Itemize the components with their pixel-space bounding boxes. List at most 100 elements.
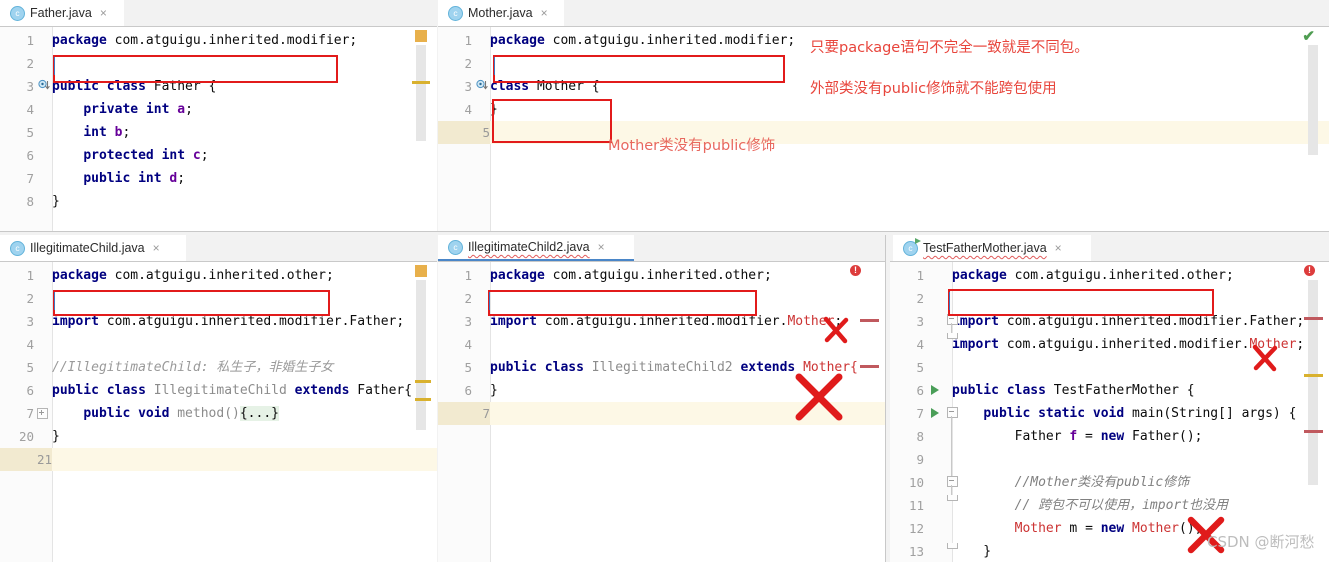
line-number: 2 xyxy=(916,291,924,306)
editor-mother[interactable]: 1 2 3 4 5 package com.atguigu.inherited.… xyxy=(438,27,1329,232)
close-icon[interactable]: × xyxy=(598,240,605,254)
scrollbar-thumb-testfathermother[interactable] xyxy=(1308,280,1318,485)
warning-stripe-marker[interactable] xyxy=(1304,374,1323,377)
tab-label: Mother.java xyxy=(468,6,533,20)
line-number: 2 xyxy=(26,291,34,306)
code-line xyxy=(490,402,885,425)
line-number: 12 xyxy=(908,521,924,536)
code-area-illegitimatechild2[interactable]: package com.atguigu.inherited.other; imp… xyxy=(490,262,885,562)
line-number: 2 xyxy=(464,291,472,306)
close-icon[interactable]: × xyxy=(153,241,160,255)
error-stripe-marker[interactable] xyxy=(860,365,879,368)
scrollbar-thumb-illegitimatechild[interactable] xyxy=(416,280,426,430)
fold-expand-icon[interactable] xyxy=(37,408,48,419)
editor-panel-mother: c Mother.java × 1 2 3 4 5 package com.at… xyxy=(438,0,1329,232)
code-line: Father f = new Father(); xyxy=(952,429,1203,444)
tab-label: TestFatherMother.java xyxy=(923,241,1047,255)
inspection-ok-icon[interactable]: ✔ xyxy=(1302,29,1315,44)
editor-illegitimatechild2[interactable]: 1 2 3 4 5 6 7 package com.atguigu.inheri… xyxy=(438,262,885,562)
run-class-icon[interactable] xyxy=(931,385,939,395)
override-marker-icon[interactable] xyxy=(38,79,52,96)
tab-testfathermother-java[interactable]: c TestFatherMother.java × xyxy=(893,235,1091,261)
line-number: 4 xyxy=(26,102,34,117)
code-line: } xyxy=(52,194,60,209)
error-stripe-marker[interactable] xyxy=(1304,317,1323,320)
caret-position-marker xyxy=(412,81,430,84)
warning-marker[interactable] xyxy=(415,265,427,277)
text-caret xyxy=(54,57,55,75)
warning-marker[interactable] xyxy=(415,30,427,42)
fold-end-icon xyxy=(947,543,958,549)
gutter-illegitimatechild[interactable]: 1 2 3 4 5 6 7 20 21 xyxy=(0,262,53,562)
gutter-illegitimatechild2[interactable]: 1 2 3 4 5 6 7 xyxy=(438,262,491,562)
code-area-father[interactable]: package com.atguigu.inherited.modifier; … xyxy=(52,27,437,232)
run-method-icon[interactable] xyxy=(931,408,939,418)
text-caret xyxy=(489,292,490,310)
code-area-testfathermother[interactable]: package com.atguigu.inherited.other; imp… xyxy=(952,262,1329,562)
line-number: 4 xyxy=(464,102,472,117)
editor-father[interactable]: 1 2 3 4 5 6 7 8 package com.atguigu.inhe… xyxy=(0,27,437,232)
code-line: package com.atguigu.inherited.other; xyxy=(952,268,1234,283)
gutter-father[interactable]: 1 2 3 4 5 6 7 8 xyxy=(0,27,53,232)
line-number: 7 xyxy=(916,406,924,421)
code-area-illegitimatechild[interactable]: package com.atguigu.inherited.other; imp… xyxy=(52,262,437,562)
close-icon[interactable]: × xyxy=(100,6,107,20)
code-line: public class Father { xyxy=(52,79,217,94)
tab-label: IllegitimateChild2.java xyxy=(468,240,590,254)
fold-collapse-icon[interactable] xyxy=(947,407,958,418)
code-area-mother[interactable]: package com.atguigu.inherited.modifier; … xyxy=(490,27,1329,232)
fold-collapse-icon[interactable] xyxy=(947,476,958,487)
line-number: 3 xyxy=(26,79,34,94)
error-count-icon[interactable]: ! xyxy=(850,265,861,276)
caret-position-marker xyxy=(415,380,431,383)
line-number: 5 xyxy=(26,360,34,375)
splitter-line xyxy=(0,231,1329,232)
tab-father-java[interactable]: c Father.java × xyxy=(0,0,124,26)
tab-illegitimatechild-java[interactable]: c IllegitimateChild.java × xyxy=(0,235,186,261)
code-line: // 跨包不可以使用，import也没用 xyxy=(952,498,1229,513)
code-line: public void method(){...} xyxy=(83,406,279,421)
annotation-public-note: 外部类没有public修饰就不能跨包使用 xyxy=(810,81,1057,97)
line-number: 4 xyxy=(26,337,34,352)
editor-testfathermother[interactable]: 1 2 3 4 5 6 7 8 9 10 11 12 13 14 package… xyxy=(890,262,1329,562)
error-stripe-marker[interactable] xyxy=(1304,430,1323,433)
error-count-icon[interactable]: ! xyxy=(1304,265,1315,276)
scrollbar-thumb-mother[interactable] xyxy=(1308,45,1318,155)
ide-split-editor-grid: c Father.java × 1 2 3 4 5 6 7 8 package … xyxy=(0,0,1329,562)
code-line: //Mother类没有public修饰 xyxy=(952,475,1190,490)
text-caret xyxy=(494,57,495,75)
java-class-run-icon: c xyxy=(903,237,921,256)
scrollbar-thumb-father[interactable] xyxy=(416,45,426,141)
line-number: 1 xyxy=(464,33,472,48)
code-line: package com.atguigu.inherited.other; xyxy=(52,268,334,283)
close-icon[interactable]: × xyxy=(1055,241,1062,255)
override-marker-icon[interactable] xyxy=(476,79,490,96)
line-number: 4 xyxy=(464,337,472,352)
java-class-icon: c xyxy=(10,5,25,21)
code-line: } xyxy=(490,383,498,398)
code-line: package com.atguigu.inherited.modifier; xyxy=(52,33,358,48)
close-icon[interactable]: × xyxy=(541,6,548,20)
line-number: 1 xyxy=(464,268,472,283)
tab-illegitimatechild2-java[interactable]: c IllegitimateChild2.java × xyxy=(438,235,634,261)
tabbar-father: c Father.java × xyxy=(0,0,437,27)
error-stripe-marker[interactable] xyxy=(860,319,879,322)
gutter-testfathermother[interactable]: 1 2 3 4 5 6 7 8 9 10 11 12 13 14 xyxy=(890,262,953,562)
code-line: import com.atguigu.inherited.modifier.Mo… xyxy=(952,337,1305,352)
gutter-mother[interactable]: 1 2 3 4 5 xyxy=(438,27,491,232)
tab-mother-java[interactable]: c Mother.java × xyxy=(438,0,564,26)
fold-line xyxy=(951,416,952,476)
line-number: 8 xyxy=(26,194,34,209)
code-line: public class IllegitimateChild extends F… xyxy=(52,383,413,398)
splitter-line xyxy=(885,235,886,562)
line-number: 5 xyxy=(26,125,34,140)
fold-collapse-icon[interactable] xyxy=(947,314,958,325)
tabbar-illegitimatechild2: c IllegitimateChild2.java × xyxy=(438,235,885,262)
tab-label: IllegitimateChild.java xyxy=(30,241,145,255)
code-line: import com.atguigu.inherited.modifier.Fa… xyxy=(952,314,1305,329)
editor-illegitimatechild[interactable]: 1 2 3 4 5 6 7 20 21 package com.atguigu.… xyxy=(0,262,437,562)
code-line: int b; xyxy=(83,125,131,140)
